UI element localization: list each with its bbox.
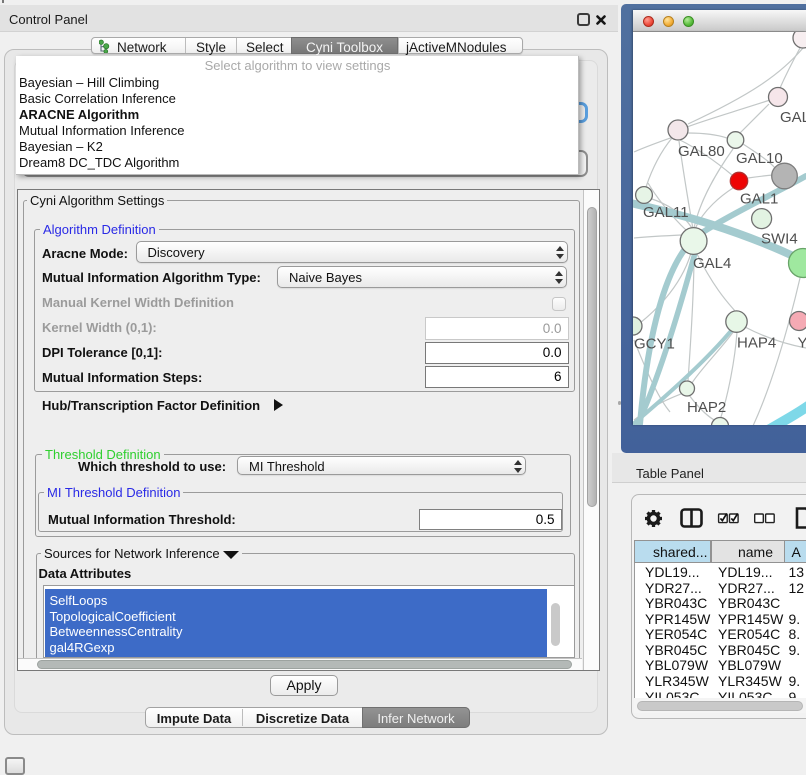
svg-text:GAL4: GAL4 xyxy=(693,255,731,272)
svg-text:GCY1: GCY1 xyxy=(634,336,675,353)
svg-text:YJ: YJ xyxy=(798,335,806,352)
svg-text:GAL11: GAL11 xyxy=(643,204,689,221)
svg-text:GAL80: GAL80 xyxy=(678,143,725,160)
svg-text:HAP4: HAP4 xyxy=(737,335,776,352)
svg-text:GAL1: GAL1 xyxy=(740,191,778,208)
svg-text:HAP2: HAP2 xyxy=(687,399,726,416)
svg-text:GAL10: GAL10 xyxy=(736,150,783,167)
svg-text:SWI4: SWI4 xyxy=(761,231,798,248)
svg-text:GAL2: GAL2 xyxy=(780,109,806,126)
